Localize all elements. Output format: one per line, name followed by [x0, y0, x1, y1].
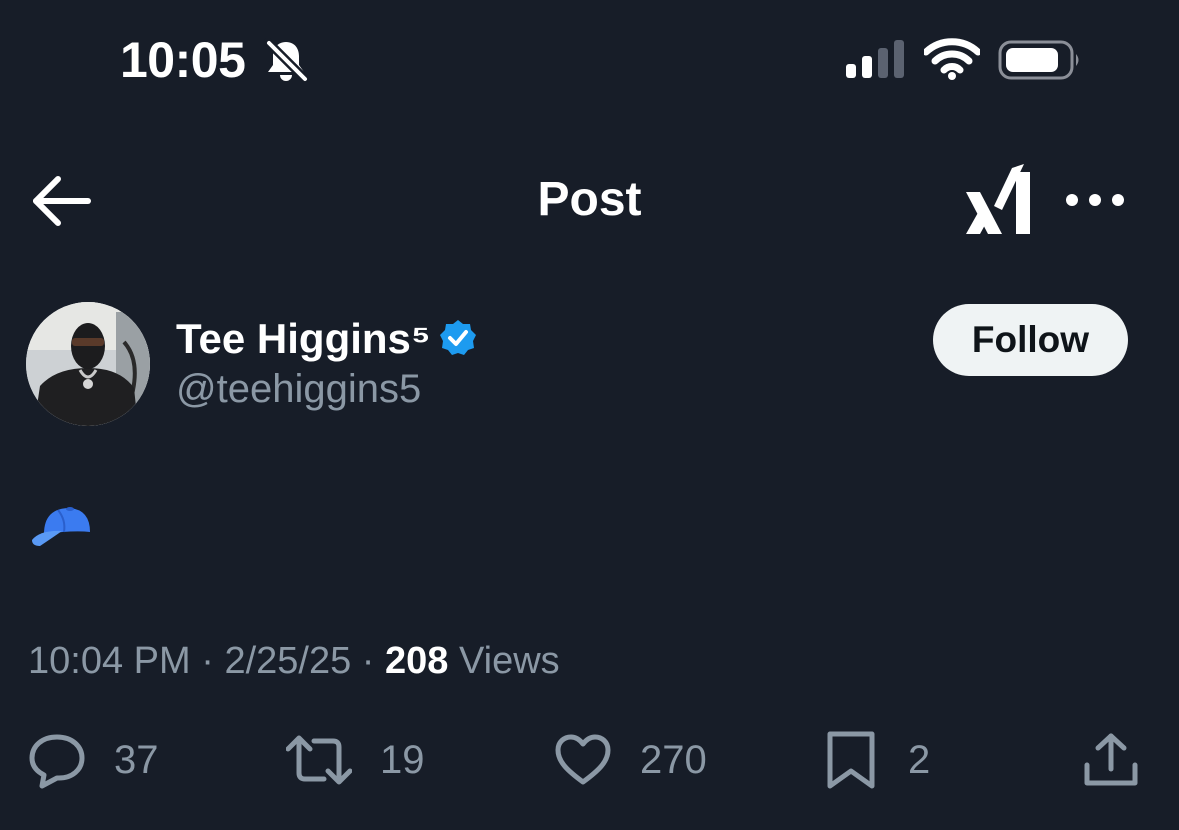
follow-button[interactable]: Follow — [933, 304, 1128, 376]
reply-icon — [29, 734, 85, 789]
like-count: 270 — [640, 738, 707, 782]
heart-icon — [555, 734, 611, 785]
reply-count: 37 — [114, 738, 159, 782]
post-date: 2/25/25 — [224, 640, 352, 682]
grok-icon[interactable] — [964, 162, 1034, 236]
repost-button[interactable]: 19 — [286, 728, 425, 792]
meta-separator: · — [201, 640, 214, 682]
post-screen: 10:05 Post Tee Higgins⁵ @teehiggins5 Fol… — [0, 0, 1179, 830]
bookmark-count: 2 — [908, 738, 931, 782]
bookmark-button[interactable]: 2 — [822, 728, 930, 792]
bookmark-icon — [827, 731, 875, 789]
blue-cap-emoji — [32, 507, 90, 546]
repost-count: 19 — [380, 738, 425, 782]
like-button[interactable]: 270 — [554, 728, 707, 792]
status-time: 10:05 — [120, 32, 246, 88]
verified-badge-icon — [440, 320, 476, 355]
views-count: 208 — [385, 640, 449, 682]
post-meta: 10:04 PM · 2/25/25 · 208 Views — [28, 636, 560, 686]
share-icon — [1084, 733, 1138, 786]
reply-button[interactable]: 37 — [28, 728, 159, 792]
battery-icon — [998, 40, 1079, 80]
more-icon[interactable] — [1062, 180, 1128, 220]
post-time: 10:04 PM — [28, 640, 191, 682]
meta-separator: · — [361, 640, 375, 682]
wifi-icon — [924, 38, 980, 80]
author-name[interactable]: Tee Higgins⁵ — [176, 313, 431, 365]
cellular-signal-icon — [846, 40, 904, 78]
avatar[interactable] — [26, 302, 150, 426]
views-label: Views — [458, 640, 560, 682]
bell-slash-icon — [264, 38, 308, 84]
author-handle[interactable]: @teehiggins5 — [176, 364, 421, 414]
repost-icon — [286, 735, 352, 785]
share-button[interactable] — [1082, 728, 1140, 792]
